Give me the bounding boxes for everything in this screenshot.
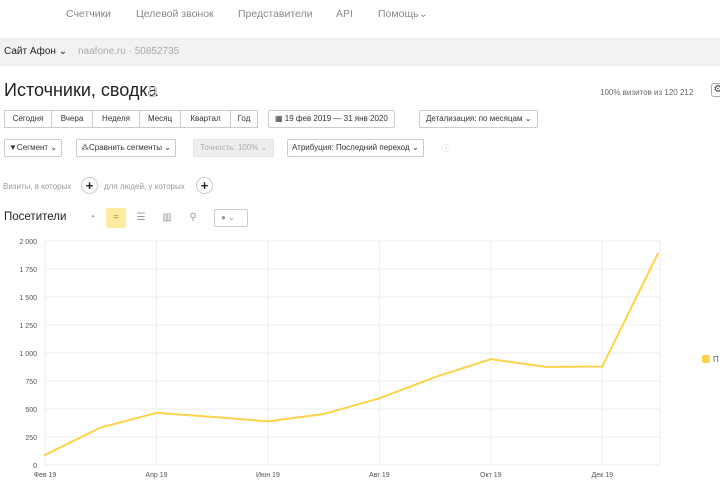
x-tick-label: Дек 19 [592, 472, 614, 479]
data-point [322, 413, 325, 416]
y-tick-label: 1 750 [19, 267, 37, 274]
y-tick-label: 750 [25, 379, 37, 386]
x-tick-label: Окт 19 [480, 472, 502, 479]
legend-item[interactable]: П [702, 355, 719, 364]
data-point [44, 453, 46, 456]
y-tick-label: 0 [33, 463, 37, 470]
data-point [99, 426, 102, 429]
data-point [601, 365, 604, 368]
series-line [44, 252, 659, 456]
data-point [434, 376, 437, 379]
y-tick-label: 500 [25, 407, 37, 414]
line-chart: 0 250 500 750 1 000 1 250 1 500 1 750 2 000 Фев 1… [19, 239, 661, 479]
data-point [266, 420, 269, 423]
x-tick-label: Авг 19 [369, 472, 390, 479]
x-tick-label: Апр 19 [145, 472, 167, 479]
data-point [545, 366, 548, 368]
y-tick-label: 1 000 [19, 351, 37, 358]
y-tick-label: 2 000 [19, 239, 37, 246]
y-tick-label: 250 [25, 435, 37, 442]
data-point [657, 252, 659, 255]
data-point [489, 358, 492, 361]
legend-checkbox[interactable] [702, 355, 710, 363]
y-tick-label: 1 500 [19, 295, 37, 302]
legend-label: П [713, 355, 719, 364]
data-point [155, 411, 158, 414]
y-tick-label: 1 250 [19, 323, 37, 330]
x-tick-label: Июн 19 [256, 472, 280, 479]
data-point [378, 397, 381, 400]
x-tick-label: Фев 19 [34, 472, 57, 479]
data-point [211, 415, 214, 418]
